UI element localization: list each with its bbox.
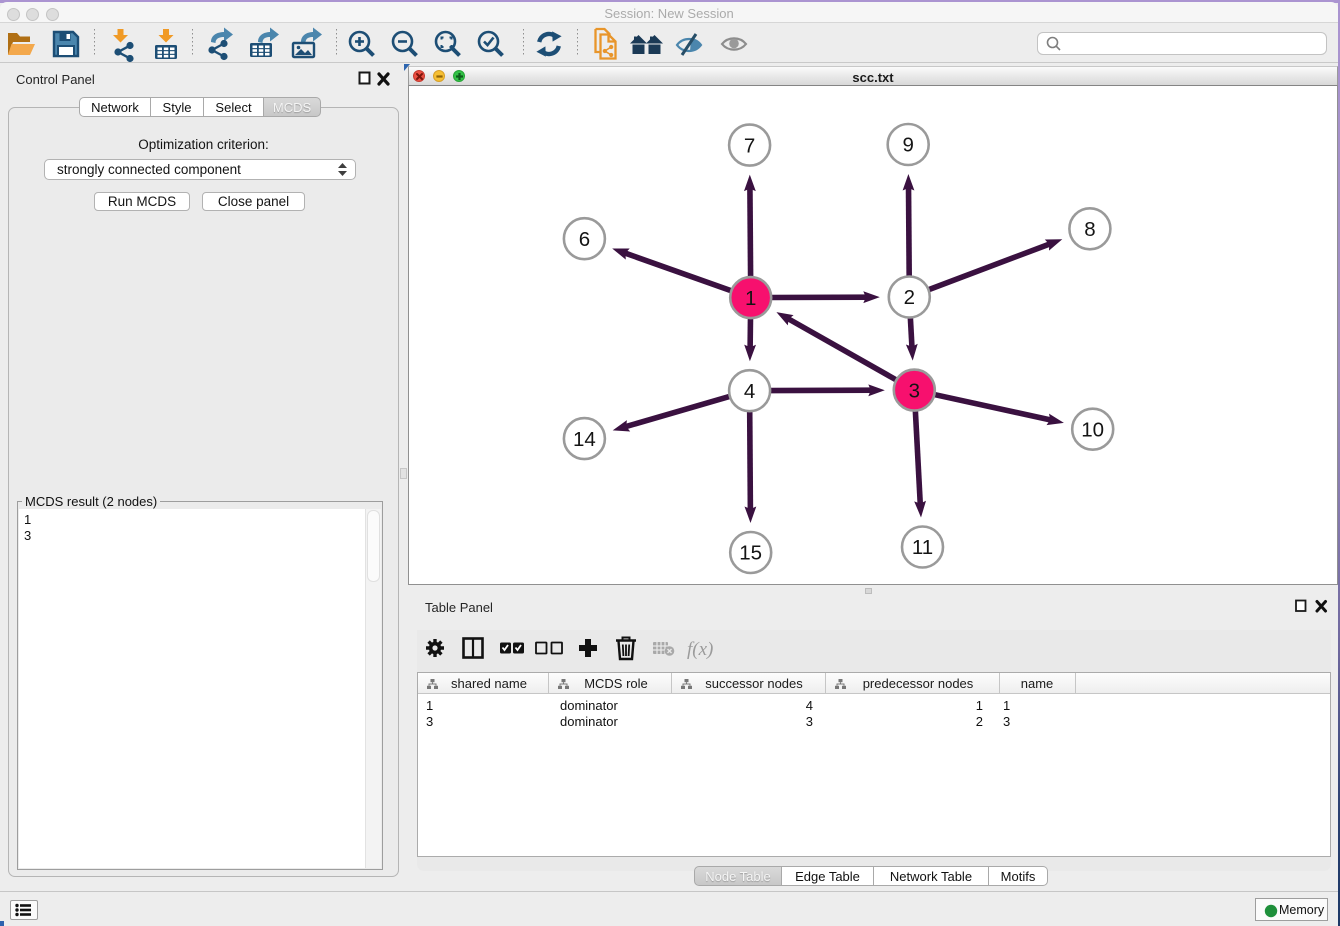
svg-text:3: 3 (909, 379, 920, 402)
svg-text:11: 11 (912, 536, 933, 559)
svg-text:4: 4 (744, 380, 755, 403)
svg-text:1: 1 (745, 287, 756, 310)
svg-text:2: 2 (904, 286, 915, 309)
svg-text:successor nodes: successor nodes (705, 676, 803, 691)
svg-text:14: 14 (573, 428, 596, 451)
svg-text:name: name (1021, 676, 1054, 691)
svg-text:MCDS role: MCDS role (584, 676, 648, 691)
svg-text:shared name: shared name (451, 676, 527, 691)
svg-text:f(x): f(x) (687, 639, 713, 660)
svg-text:6: 6 (579, 228, 590, 251)
svg-text:predecessor nodes: predecessor nodes (863, 676, 974, 691)
svg-text:15: 15 (739, 542, 762, 565)
svg-text:8: 8 (1084, 218, 1095, 241)
svg-text:9: 9 (902, 134, 913, 157)
svg-text:10: 10 (1081, 418, 1104, 441)
svg-text:7: 7 (744, 134, 755, 157)
